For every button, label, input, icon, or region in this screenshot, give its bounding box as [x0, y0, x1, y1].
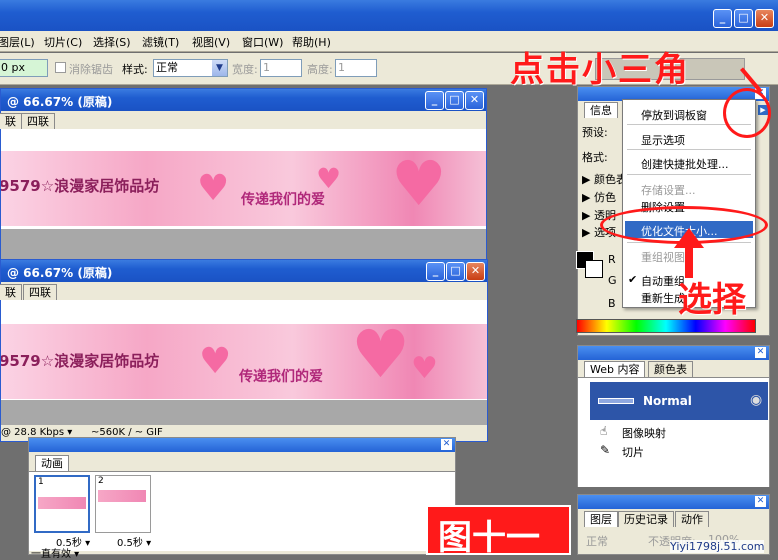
doc2-banner-shop-name: 9579☆浪漫家居饰品坊 [1, 352, 160, 370]
doc2-maximize-button[interactable]: □ [446, 262, 465, 281]
menu-item-create-droplet[interactable]: 创建快捷批处理... [641, 156, 729, 172]
annotation-select: 选择 [678, 280, 746, 320]
menu-item-show-options[interactable]: 显示选项 [641, 132, 685, 148]
doc2-titlebar: @ 66.67% (原稿) [1, 260, 487, 282]
doc2-close-button[interactable]: ✕ [466, 262, 485, 281]
loop-select[interactable]: 一直有效 ▾ [31, 545, 79, 560]
hand-icon: ☝ [600, 424, 608, 438]
doc1-tab-2up[interactable]: 联 [0, 113, 22, 129]
app-close-button[interactable]: ✕ [755, 9, 774, 28]
doc2-canvas: ♥ ♥ ♥ 9579☆浪漫家居饰品坊 传递我们的爱 [1, 300, 487, 425]
preset-label: 预设: [582, 126, 608, 139]
menu-item-dock[interactable]: 停放到调板窗 [641, 107, 707, 123]
annotation-circle-triangle [723, 88, 771, 138]
tab-history[interactable]: 历史记录 [618, 511, 674, 527]
web-content-list: Normal ◉ ☝ 图像映射 ✎ 切片 [578, 377, 769, 487]
doc1-banner-slogan: 传递我们的爱 [241, 192, 325, 208]
animation-frames: 1 0.5秒 ▾ 2 0.5秒 ▾ [29, 471, 455, 551]
annotation-arrow-up-head [674, 228, 704, 248]
animation-panel: ✕ 动画 1 0.5秒 ▾ 2 0.5秒 ▾ 一直有效 ▾ [28, 437, 456, 560]
doc2-banner: ♥ ♥ ♥ 9579☆浪漫家居饰品坊 传递我们的爱 [1, 324, 487, 399]
web-content-panel: ✕ Web 内容 颜色表 Normal ◉ ☝ 图像映射 ✎ 切片 [577, 345, 770, 487]
web-panel-header: ✕ [578, 346, 769, 360]
section-color-table[interactable]: ▶ 颜色表 [582, 171, 627, 187]
g-label: G [608, 274, 617, 287]
doc1-canvas: ♥ ♥ ♥ 9579☆浪漫家居饰品坊 传递我们的爱 [1, 129, 486, 259]
animation-frame[interactable]: 2 [95, 475, 151, 533]
blend-mode-select[interactable]: 正常 [586, 533, 608, 549]
doc1-close-button[interactable]: ✕ [465, 91, 484, 110]
app-maximize-button[interactable]: □ [734, 9, 753, 28]
close-icon[interactable]: ✕ [755, 496, 766, 507]
tab-layers[interactable]: 图层 [584, 511, 618, 527]
tab-info[interactable]: 信息 [584, 102, 618, 118]
normal-label: Normal [643, 394, 692, 408]
close-icon[interactable]: ✕ [755, 347, 766, 358]
tab-color-table[interactable]: 颜色表 [648, 361, 693, 377]
frame-delay[interactable]: 0.5秒 ▾ [117, 534, 151, 549]
style-label: 样式: [122, 63, 148, 76]
document-window-2: @ 66.67% (原稿) _ □ ✕ 联 四联 ♥ ♥ ♥ 9579☆浪漫家居… [0, 259, 488, 442]
width-input[interactable]: 1 [260, 59, 302, 77]
close-icon[interactable]: ✕ [441, 439, 452, 450]
eye-icon[interactable]: ◉ [750, 392, 762, 408]
menu-item-repopulate-views: 重组视图 [641, 251, 685, 264]
web-item-image-map[interactable]: 图像映射 [622, 425, 666, 441]
doc2-tab-4up[interactable]: 四联 [23, 284, 57, 300]
menu-slice[interactable]: 切片(C) [44, 34, 82, 50]
watermark: Yiyi1798j.51.com [670, 540, 765, 553]
antialias-checkbox[interactable] [55, 62, 66, 73]
doc2-tab-2up[interactable]: 联 [0, 284, 22, 300]
app-minimize-button[interactable]: _ [713, 9, 732, 28]
menu-window[interactable]: 窗口(W) [242, 34, 283, 50]
web-item-slices[interactable]: 切片 [622, 444, 644, 460]
chevron-down-icon[interactable]: ▼ [212, 60, 227, 76]
check-icon: ✔ [628, 273, 638, 286]
slice-icon: ✎ [600, 443, 611, 457]
r-label: R [608, 253, 616, 266]
antialias-label: 消除锯齿 [69, 63, 113, 76]
figure-label: 图十一 [426, 505, 571, 558]
app-titlebar [0, 0, 778, 31]
height-input[interactable]: 1 [335, 59, 377, 77]
doc2-banner-slogan: 传递我们的爱 [239, 369, 323, 385]
width-label: 宽度: [232, 63, 258, 76]
layers-panel-header: ✕ [578, 495, 769, 509]
menu-layer[interactable]: 图层(L) [0, 34, 35, 50]
section-dither[interactable]: ▶ 仿色 [582, 189, 616, 205]
height-label: 高度: [307, 63, 333, 76]
doc1-titlebar: @ 66.67% (原稿) [1, 89, 486, 111]
doc1-banner-shop-name: 9579☆浪漫家居饰品坊 [1, 177, 160, 195]
tab-animation[interactable]: 动画 [35, 455, 69, 471]
document-window-1: @ 66.67% (原稿) _ □ ✕ 联 四联 ♥ ♥ ♥ 9579☆浪漫家居… [0, 88, 487, 260]
doc1-minimize-button[interactable]: _ [425, 91, 444, 110]
doc1-maximize-button[interactable]: □ [445, 91, 464, 110]
background-swatch[interactable] [585, 260, 603, 278]
doc2-minimize-button[interactable]: _ [426, 262, 445, 281]
doc1-title: @ 66.67% (原稿) [7, 95, 113, 109]
color-spectrum[interactable] [576, 319, 756, 333]
menu-view[interactable]: 视图(V) [192, 34, 230, 50]
normal-row[interactable]: Normal ◉ [590, 382, 768, 420]
animation-panel-header: ✕ [29, 438, 455, 452]
format-label: 格式: [582, 151, 608, 164]
tab-web-content[interactable]: Web 内容 [584, 361, 646, 377]
menu-filter[interactable]: 滤镜(T) [142, 34, 179, 50]
menu-item-save-settings: 存储设置... [641, 184, 696, 197]
doc1-tab-4up[interactable]: 四联 [21, 113, 55, 129]
annotation-click-triangle: 点击小三角 [510, 50, 690, 90]
feather-input[interactable]: 0 px [0, 59, 48, 77]
tab-actions[interactable]: 动作 [675, 511, 709, 527]
b-label: B [608, 297, 616, 310]
animation-frame[interactable]: 1 [34, 475, 90, 533]
menu-help[interactable]: 帮助(H) [292, 34, 331, 50]
doc2-title: @ 66.67% (原稿) [7, 266, 113, 280]
menu-select[interactable]: 选择(S) [93, 34, 131, 50]
doc1-banner: ♥ ♥ ♥ 9579☆浪漫家居饰品坊 传递我们的爱 [1, 151, 486, 226]
